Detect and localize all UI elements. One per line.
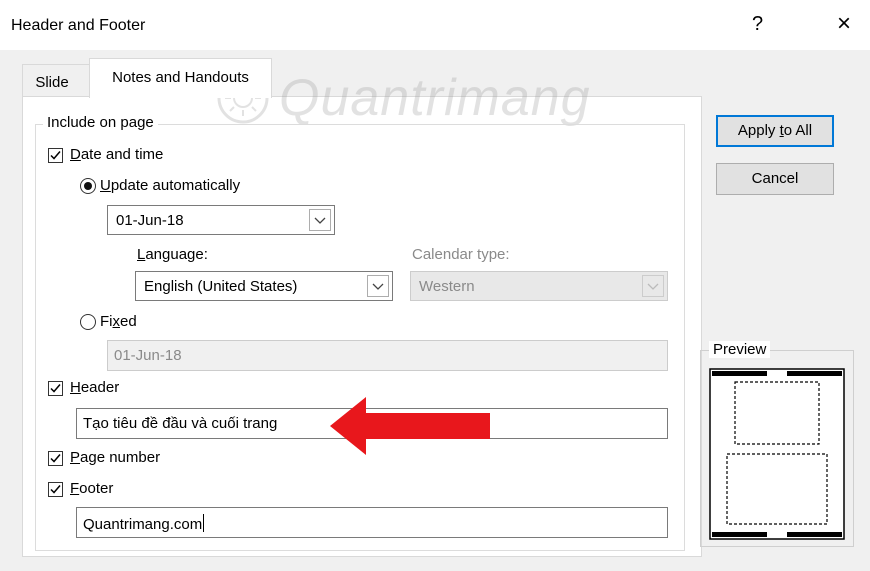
date-time-label[interactable]: Date and time (70, 146, 163, 163)
tab-notes-and-handouts[interactable]: Notes and Handouts (89, 58, 272, 98)
close-button[interactable]: × (830, 10, 858, 38)
language-label: Language: (137, 246, 208, 263)
header-checkbox[interactable] (48, 381, 63, 396)
preview-label: Preview (709, 341, 771, 358)
tab-notes-label: Notes and Handouts (112, 69, 249, 86)
tab-slide[interactable]: Slide (22, 64, 94, 96)
chevron-down-icon (367, 275, 389, 297)
chevron-down-icon (642, 275, 664, 297)
calendar-type-dropdown: Western (410, 271, 668, 301)
fixed-radio[interactable] (80, 314, 96, 330)
update-automatically-label[interactable]: Update automatically (100, 177, 240, 194)
cancel-button[interactable]: Cancel (716, 163, 834, 195)
apply-to-all-button[interactable]: Apply to All (716, 115, 834, 147)
checkmark-icon (50, 454, 61, 463)
checkmark-icon (50, 485, 61, 494)
page-number-label[interactable]: Page number (70, 449, 160, 466)
header-text-value: Tạo tiêu đề đầu và cuối trang (83, 415, 278, 432)
help-button[interactable]: ? (752, 13, 763, 36)
date-time-checkbox[interactable] (48, 148, 63, 163)
page-number-checkbox[interactable] (48, 451, 63, 466)
calendar-type-label: Calendar type: (412, 246, 510, 263)
language-value: English (United States) (144, 278, 298, 295)
date-format-dropdown[interactable]: 01-Jun-18 (107, 205, 335, 235)
fixed-date-input: 01-Jun-18 (107, 340, 668, 371)
footer-label[interactable]: Footer (70, 480, 113, 497)
chevron-down-icon (309, 209, 331, 231)
date-format-value: 01-Jun-18 (116, 212, 184, 229)
update-automatically-radio[interactable] (80, 178, 96, 194)
watermark-text: Quantrimang (279, 69, 591, 127)
header-label[interactable]: Header (70, 379, 119, 396)
checkmark-icon (50, 151, 61, 160)
checkmark-icon (50, 384, 61, 393)
red-arrow-annotation (330, 397, 490, 455)
fixed-date-value: 01-Jun-18 (114, 347, 182, 364)
tab-slide-label: Slide (35, 74, 69, 91)
dialog-title: Header and Footer (11, 17, 146, 34)
group-legend: Include on page (43, 114, 158, 131)
footer-text-value: Quantrimang.com (83, 514, 205, 533)
preview-page-diagram (709, 368, 845, 540)
footer-checkbox[interactable] (48, 482, 63, 497)
fixed-label[interactable]: Fixed (100, 313, 137, 330)
language-dropdown[interactable]: English (United States) (135, 271, 393, 301)
text-caret (203, 514, 205, 532)
calendar-type-value: Western (419, 278, 475, 295)
footer-text-input[interactable]: Quantrimang.com (76, 507, 668, 538)
